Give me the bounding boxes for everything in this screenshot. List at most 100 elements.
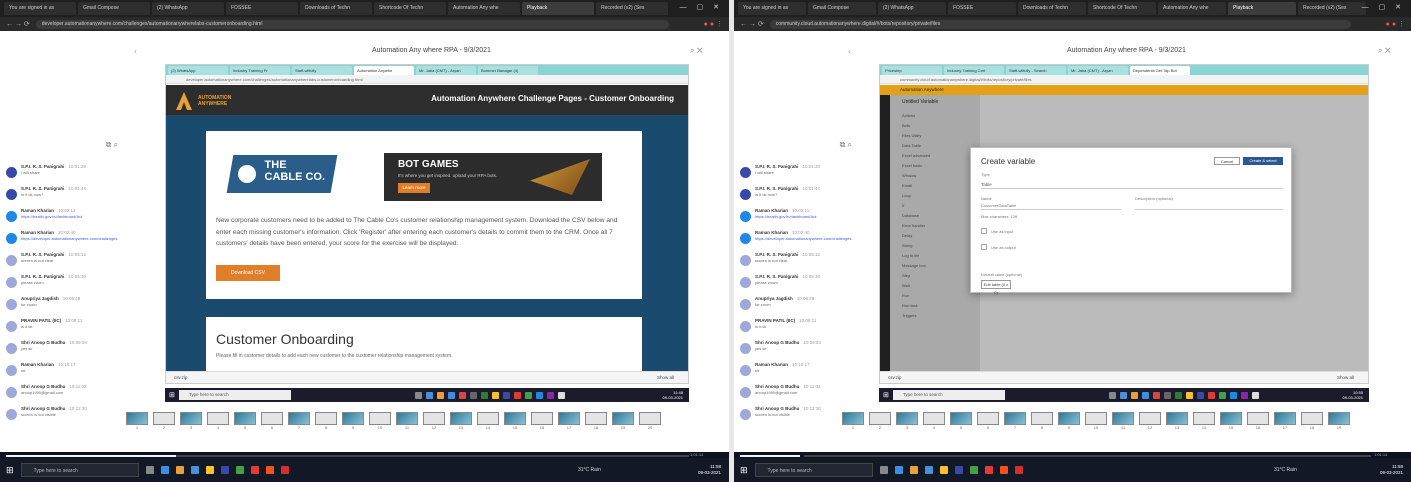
inner-tab[interactable]: Bommer Banagar (4) xyxy=(478,66,538,75)
slide-thumbnail[interactable]: 17 xyxy=(558,412,580,430)
inner-tab[interactable]: Staff-wilfully - Search xyxy=(1006,66,1066,75)
window-controls[interactable]: — ▢ ✕ xyxy=(680,3,723,11)
taskbar-app-icon[interactable] xyxy=(220,466,229,474)
browser-tab[interactable]: Gmail Compose xyxy=(808,2,876,15)
taskbar-app-icon[interactable] xyxy=(909,466,918,474)
participant-item[interactable]: Raman Kharian 10:02:11 https://health.gov.… xyxy=(6,208,118,230)
slide-thumbnail[interactable]: 12 xyxy=(1139,412,1161,430)
slide-thumbnail[interactable]: 1 xyxy=(126,412,148,430)
taskbar-app-icon[interactable] xyxy=(1185,391,1193,399)
browser-tab[interactable]: Shortcode Of Techn xyxy=(1088,2,1156,15)
chat-message[interactable]: https://health.gov.in/dashboard/Aut xyxy=(21,214,83,219)
taskbar-app-icon[interactable] xyxy=(491,391,499,399)
action-item[interactable]: Email xyxy=(902,183,912,188)
action-item[interactable]: Database xyxy=(902,213,919,218)
slide-thumbnail[interactable]: 16 xyxy=(531,412,553,430)
taskbar-app-icon[interactable] xyxy=(145,466,154,474)
taskbar-app-icon[interactable] xyxy=(984,466,993,474)
participant-item[interactable]: Raman Kharian 10:02:40 https://developer.a… xyxy=(6,230,118,252)
slide-thumbnail[interactable]: 13 xyxy=(1166,412,1188,430)
inner-tab[interactable]: Pricestep xyxy=(882,66,942,75)
browser-address-bar[interactable]: ← → ⟳ community.cloud.automationanywhere… xyxy=(734,17,1411,31)
inner-address-bar[interactable]: developer.automationanywhere.com/challen… xyxy=(166,75,688,84)
participant-item[interactable]: S.P.I. R. S. Panigrahi 10:05:12 screen is … xyxy=(6,252,118,274)
browser-tab[interactable]: Playback xyxy=(522,2,594,15)
taskbar-app-icon[interactable] xyxy=(924,466,933,474)
taskbar-app-icon[interactable] xyxy=(524,391,532,399)
taskbar-app-icon[interactable] xyxy=(546,391,554,399)
participant-item[interactable]: S.P.I. R. S. Panigrahi 10:01:44 Is it ok n… xyxy=(6,186,118,208)
action-item[interactable]: Excel advanced xyxy=(902,153,930,158)
taskbar-app-icon[interactable] xyxy=(557,391,565,399)
slide-thumbnail[interactable]: 5 xyxy=(234,412,256,430)
participant-item[interactable]: Shri Anoop G Budhu 10:09:04 yes sir xyxy=(740,340,852,362)
taskbar-app-icon[interactable] xyxy=(425,391,433,399)
browser-tab[interactable]: (2) WhatsApp xyxy=(152,2,224,15)
taskbar-app-icon[interactable] xyxy=(458,391,466,399)
slide-thumbnail[interactable]: 14 xyxy=(477,412,499,430)
slide-thumbnail[interactable]: 10 xyxy=(369,412,391,430)
slide-thumbnail[interactable]: 18 xyxy=(1301,412,1323,430)
inner-tab[interactable]: Mr. Jaba (CMT) - Aryan xyxy=(1068,66,1128,75)
chat-panel-icons[interactable]: ⧉ ⌕ xyxy=(106,140,118,150)
use-as-output-checkbox[interactable] xyxy=(981,244,987,250)
action-item[interactable]: String xyxy=(902,243,912,248)
slide-thumbnail[interactable]: 14 xyxy=(1193,412,1215,430)
search-icon[interactable]: ⌕ ✕ xyxy=(1378,46,1391,56)
browser-tab[interactable]: Recorded (v2) (Ses xyxy=(596,2,668,15)
participant-item[interactable]: S.P.I. R. S. Panigrahi 10:05:12 screen is … xyxy=(740,252,852,274)
chat-panel-icons[interactable]: ⧉ ⌕ xyxy=(840,140,852,150)
description-input[interactable] xyxy=(1135,202,1283,210)
taskbar-app-icon[interactable] xyxy=(414,391,422,399)
slide-thumbnail[interactable]: 19 xyxy=(612,412,634,430)
browser-tab[interactable]: Shortcode Of Techn xyxy=(374,2,446,15)
inner-address-bar[interactable]: community.cloud.automationanywhere.digit… xyxy=(880,75,1368,84)
slide-thumbnail[interactable]: 1 xyxy=(842,412,864,430)
use-as-input-checkbox[interactable] xyxy=(981,228,987,234)
taskbar-app-icon[interactable] xyxy=(250,466,259,474)
slide-thumbnail[interactable]: 6 xyxy=(261,412,283,430)
chevron-left-icon[interactable]: ‹ xyxy=(848,46,851,56)
participant-item[interactable]: Shri Anoop G Budhu 10:11:02 anoop1990@gmai… xyxy=(6,384,118,406)
extension-icons[interactable]: ● ● ⋮ xyxy=(704,20,723,28)
slide-thumbnail[interactable]: 3 xyxy=(180,412,202,430)
browser-tab[interactable]: Automation Any whe xyxy=(448,2,520,15)
action-item[interactable]: Window xyxy=(902,173,916,178)
taskbar-app-icon[interactable] xyxy=(1141,391,1149,399)
slide-thumbnail[interactable]: 8 xyxy=(1031,412,1053,430)
slide-thumbnail[interactable]: 3 xyxy=(896,412,918,430)
action-item[interactable]: Error handler xyxy=(902,223,925,228)
inner-tab[interactable]: Staff-wilfully xyxy=(292,66,352,75)
taskbar-app-icon[interactable] xyxy=(1207,391,1215,399)
inner-tab[interactable]: Automation Anywhe xyxy=(354,66,414,75)
create-select-button[interactable]: Create & select xyxy=(1243,157,1283,165)
taskbar-app-icon[interactable] xyxy=(535,391,543,399)
taskbar-app-icon[interactable] xyxy=(1119,391,1127,399)
taskbar-app-icon[interactable] xyxy=(160,466,169,474)
chat-message[interactable]: https://health.gov.in/dashboard/Aut xyxy=(755,214,817,219)
taskbar-app-icon[interactable] xyxy=(1229,391,1237,399)
participant-item[interactable]: Raman Kharian 10:10:17 sir xyxy=(6,362,118,384)
search-icon[interactable]: ⌕ ✕ xyxy=(690,46,703,56)
slide-thumbnail[interactable]: 2 xyxy=(153,412,175,430)
action-item[interactable]: Data Table xyxy=(902,143,921,148)
windows-start-icon[interactable]: ⊞ xyxy=(169,391,175,399)
taskbar-app-icon[interactable] xyxy=(1163,391,1171,399)
browser-tab[interactable]: FOSSEE xyxy=(948,2,1016,15)
show-all-button[interactable]: Show all xyxy=(657,372,674,383)
download-file[interactable]: csv.zip xyxy=(888,375,901,380)
taskbar-app-icon[interactable] xyxy=(1174,391,1182,399)
inner-tab[interactable]: Mr. Jaba (CMT) - Aryan xyxy=(416,66,476,75)
browser-tab[interactable]: Automation Any whe xyxy=(1158,2,1226,15)
cancel-button[interactable]: Cancel xyxy=(1214,157,1240,165)
bot-games-button[interactable]: Learn more xyxy=(398,183,430,193)
action-item[interactable]: Triggers xyxy=(902,313,917,318)
participant-item[interactable]: Anupriya Jagdish 10:06:48 for zoom xyxy=(740,296,852,318)
browser-address-bar[interactable]: ← → ⟳ developer.automationanywhere.com/c… xyxy=(0,17,729,31)
inner-tab[interactable]: (2) WhatsApp xyxy=(168,66,228,75)
action-item[interactable]: Loop xyxy=(902,193,911,198)
action-item[interactable]: Bots xyxy=(902,123,910,128)
action-item[interactable]: If xyxy=(902,203,904,208)
browser-tab[interactable]: (2) WhatsApp xyxy=(878,2,946,15)
slide-thumbnail[interactable]: 16 xyxy=(1247,412,1269,430)
